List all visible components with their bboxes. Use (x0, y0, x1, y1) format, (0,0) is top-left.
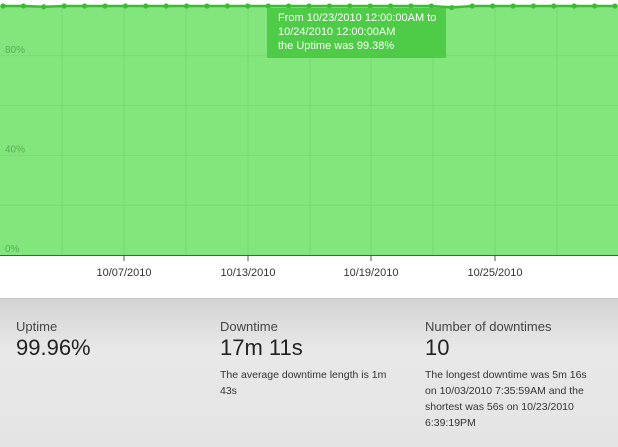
data-point (0, 3, 6, 9)
tooltip-line-2: 10/24/2010 12:00:00AM (278, 26, 396, 38)
data-point (122, 3, 128, 9)
data-point (551, 3, 557, 9)
y-tick-label: 40% (5, 144, 25, 155)
chart-tooltip: From 10/23/2010 12:00:00AM to 10/24/2010… (267, 8, 446, 58)
downtime-label: Downtime (220, 319, 278, 334)
x-tick-label: 10/25/2010 (467, 267, 522, 279)
downtime-value: 17m 11s (220, 335, 303, 360)
downtimes-note-line: The longest downtime was 5m 16s (425, 369, 587, 381)
data-point (163, 3, 169, 9)
data-point (41, 4, 47, 10)
tooltip-line-3: the Uptime was 99.38% (278, 40, 395, 52)
downtime-note-line: The average downtime length is 1m (220, 369, 387, 381)
data-point (510, 3, 516, 9)
tooltip-line-1: From 10/23/2010 12:00:00AM to (278, 12, 437, 24)
stats-panel: Uptime 99.96% Downtime 17m 11s The avera… (0, 298, 618, 447)
data-point (571, 3, 577, 9)
uptime-stat: Uptime 99.96% (16, 319, 91, 361)
x-tick-label: 10/13/2010 (220, 267, 275, 279)
downtime-note: The average downtime length is 1m 43s (220, 367, 386, 399)
data-point (204, 3, 210, 9)
downtime-stat: Downtime 17m 11s The average downtime le… (220, 319, 386, 399)
data-point (612, 3, 618, 9)
downtime-note-line: 43s (220, 385, 237, 397)
downtimes-count-value: 10 (425, 335, 450, 360)
data-point (592, 3, 598, 9)
downtimes-note-line: shortest was 56s on 10/23/2010 (425, 401, 574, 413)
data-point (143, 3, 149, 9)
uptime-value: 99.96% (16, 335, 91, 360)
data-point (449, 4, 455, 11)
downtimes-note: The longest downtime was 5m 16s on 10/03… (425, 367, 587, 431)
data-point (184, 3, 190, 9)
y-tick-label: 80% (5, 45, 25, 56)
downtimes-count-label: Number of downtimes (425, 319, 552, 334)
x-tick-label: 10/07/2010 (96, 267, 151, 279)
data-point (61, 3, 67, 9)
downtimes-note-line: on 10/03/2010 7:35:59AM and the (425, 385, 584, 397)
uptime-chart: 0% 40% 80% 10/07/2010 10/13/2010 10/19/2010 10… (0, 0, 618, 290)
downtimes-note-line: 6:39:19PM (425, 417, 476, 429)
data-point (245, 3, 251, 9)
downtimes-count-stat: Number of downtimes 10 The longest downt… (425, 319, 587, 431)
data-point (20, 3, 26, 9)
data-point (469, 3, 475, 9)
data-point (224, 3, 230, 9)
data-point (82, 3, 88, 9)
data-point (102, 3, 108, 9)
x-tick-label: 10/19/2010 (343, 267, 398, 279)
data-point (530, 3, 537, 9)
y-tick-label: 0% (5, 244, 20, 255)
data-point (490, 3, 496, 9)
uptime-label: Uptime (16, 319, 58, 334)
